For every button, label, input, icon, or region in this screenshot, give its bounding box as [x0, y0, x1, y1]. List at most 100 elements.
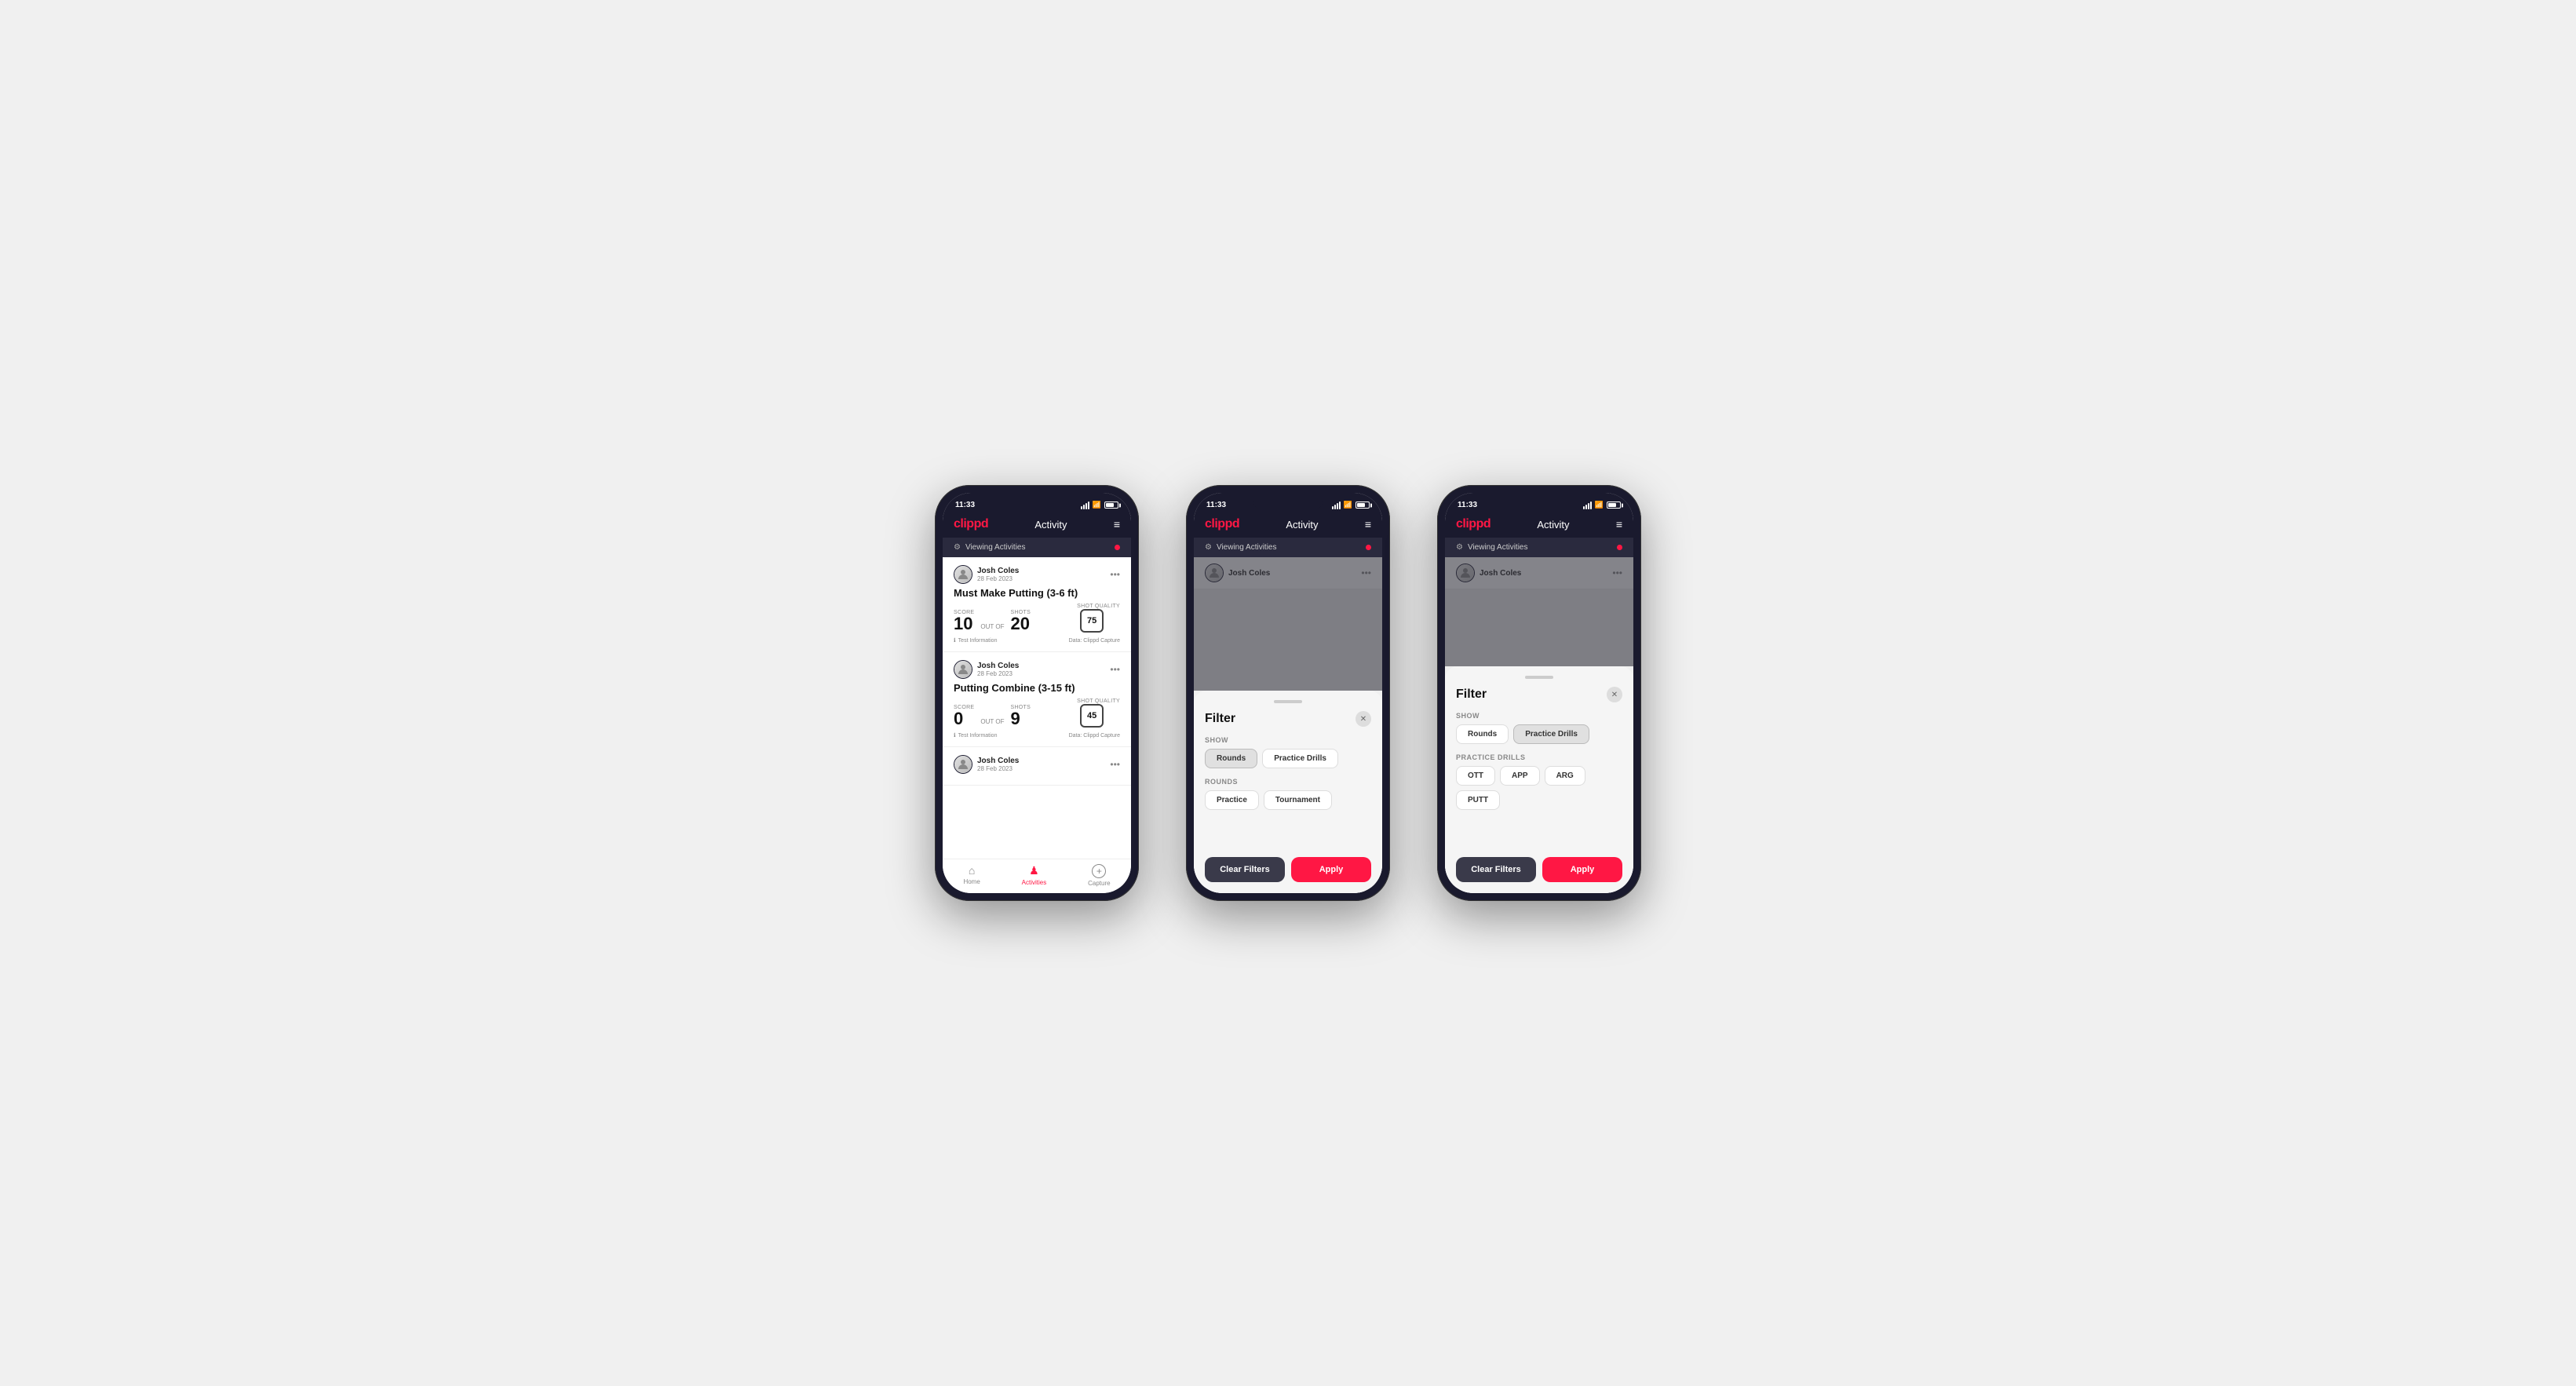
nav-home-label: Home — [963, 878, 980, 885]
battery-fill — [1106, 503, 1114, 507]
filter-icon-2: ⚙ — [1205, 543, 1212, 552]
avatar-3 — [954, 755, 972, 774]
header-title: Activity — [1034, 519, 1067, 531]
card-3-header: Josh Coles 28 Feb 2023 ••• — [954, 755, 1120, 774]
time-2: 11:33 — [1206, 501, 1226, 509]
data-source-1: Data: Clippd Capture — [1069, 638, 1120, 644]
show-label-3: Show — [1456, 712, 1622, 720]
filter-backdrop-2 — [1194, 557, 1382, 691]
avatar-2 — [954, 660, 972, 679]
viewing-bar-3[interactable]: ⚙ Viewing Activities — [1445, 538, 1633, 557]
app-btn-3[interactable]: APP — [1500, 766, 1540, 786]
filter-close-btn-2[interactable]: ✕ — [1356, 711, 1371, 727]
app-header-2: clippd Activity ≡ — [1194, 512, 1382, 538]
activities-icon: ♟ — [1029, 864, 1039, 877]
viewing-bar-text: Viewing Activities — [965, 543, 1026, 552]
phone-2: 11:33 📶 clippd Activity — [1186, 485, 1390, 901]
activity-card-2: Josh Coles 28 Feb 2023 ••• Putting Combi… — [943, 652, 1131, 747]
apply-btn-2[interactable]: Apply — [1291, 857, 1371, 882]
viewing-bar-text-3: Viewing Activities — [1468, 543, 1528, 552]
sq-value-1: 75 — [1087, 616, 1096, 626]
phone-1: 11:33 📶 clippd Activity — [935, 485, 1139, 901]
info-icon-1: ℹ — [954, 637, 956, 644]
apply-btn-3[interactable]: Apply — [1542, 857, 1622, 882]
more-dots-3[interactable]: ••• — [1110, 759, 1120, 770]
tournament-btn-2[interactable]: Tournament — [1264, 790, 1332, 810]
header-title-3: Activity — [1537, 519, 1569, 531]
more-dots-2[interactable]: ••• — [1110, 664, 1120, 675]
battery-icon-3 — [1607, 502, 1621, 509]
nav-activities[interactable]: ♟ Activities — [1022, 864, 1047, 887]
stat-score-1: Score 10 — [954, 610, 974, 633]
more-dots-1[interactable]: ••• — [1110, 569, 1120, 580]
clear-filters-btn-3[interactable]: Clear Filters — [1456, 857, 1536, 882]
viewing-bar[interactable]: ⚙ Viewing Activities — [943, 538, 1131, 557]
phone-screen-3: 11:33 📶 clippd Activity — [1445, 493, 1633, 893]
viewing-bar-2[interactable]: ⚙ Viewing Activities — [1194, 538, 1382, 557]
filter-icon-3: ⚙ — [1456, 543, 1463, 552]
battery-fill-2 — [1357, 503, 1365, 507]
header-title-2: Activity — [1286, 519, 1318, 531]
stat-score-2: Score 0 — [954, 705, 974, 728]
user-info-1: Josh Coles 28 Feb 2023 — [954, 565, 1019, 584]
phone-screen: 11:33 📶 clippd Activity — [943, 493, 1131, 893]
ott-btn-3[interactable]: OTT — [1456, 766, 1495, 786]
app-header-3: clippd Activity ≡ — [1445, 512, 1633, 538]
user-text-1: Josh Coles 28 Feb 2023 — [977, 567, 1019, 582]
score-value-1: 10 — [954, 615, 974, 633]
filter-title-3: Filter — [1456, 688, 1487, 702]
viewing-dot — [1115, 545, 1120, 550]
card-footer-2: ℹ Test Information Data: Clippd Capture — [954, 732, 1120, 739]
avatar-inner-2 — [954, 661, 972, 678]
clear-filters-btn-2[interactable]: Clear Filters — [1205, 857, 1285, 882]
status-icons-2: 📶 — [1332, 501, 1370, 509]
battery-icon — [1104, 502, 1118, 509]
filter-actions-3: Clear Filters Apply — [1456, 857, 1622, 882]
arg-btn-3[interactable]: ARG — [1545, 766, 1585, 786]
rounds-label-2: Rounds — [1205, 778, 1371, 786]
app-header: clippd Activity ≡ — [943, 512, 1131, 538]
bar2-2 — [1334, 505, 1336, 509]
bar2-3 — [1585, 505, 1587, 509]
bar3-2 — [1337, 503, 1338, 509]
signal-bars-icon-2 — [1332, 502, 1341, 509]
bottom-nav: ⌂ Home ♟ Activities + Capture — [943, 859, 1131, 893]
info-icon-2: ℹ — [954, 732, 956, 739]
viewing-dot-3 — [1617, 545, 1622, 550]
putt-btn-3[interactable]: PUTT — [1456, 790, 1500, 810]
test-info-text-2: Test Information — [958, 733, 998, 739]
practice-drills-btn-2[interactable]: Practice Drills — [1262, 749, 1338, 768]
practice-round-btn-2[interactable]: Practice — [1205, 790, 1259, 810]
sq-badge-1: 75 — [1080, 609, 1104, 633]
filter-header-2: Filter ✕ — [1205, 711, 1371, 727]
menu-icon-3[interactable]: ≡ — [1616, 518, 1622, 531]
filter-backdrop-3 — [1445, 557, 1633, 666]
filter-sheet-2: Filter ✕ Show Rounds Practice Drills Rou… — [1194, 691, 1382, 893]
avatar-1 — [954, 565, 972, 584]
show-label-2: Show — [1205, 736, 1371, 744]
menu-icon[interactable]: ≡ — [1114, 518, 1120, 531]
nav-capture[interactable]: + Capture — [1088, 864, 1110, 887]
nav-home[interactable]: ⌂ Home — [963, 864, 980, 887]
filter-close-btn-3[interactable]: ✕ — [1607, 687, 1622, 702]
bar3 — [1085, 503, 1087, 509]
card-1-header: Josh Coles 28 Feb 2023 ••• — [954, 565, 1120, 584]
rounds-btn-2[interactable]: Rounds — [1205, 749, 1257, 768]
user-name-2: Josh Coles — [977, 662, 1019, 670]
stats-row-2: Score 0 OUT OF Shots 9 Shot Quality 45 — [954, 698, 1120, 728]
status-icons: 📶 — [1081, 501, 1118, 509]
shots-value-2: 9 — [1010, 710, 1031, 728]
practice-drills-btn-3[interactable]: Practice Drills — [1513, 724, 1589, 744]
activity-card-3: Josh Coles 28 Feb 2023 ••• — [943, 747, 1131, 786]
rounds-btn-3[interactable]: Rounds — [1456, 724, 1509, 744]
menu-icon-2[interactable]: ≡ — [1365, 518, 1371, 531]
rounds-buttons-2: Practice Tournament — [1205, 790, 1371, 810]
stat-sq-2: Shot Quality 45 — [1077, 698, 1120, 728]
activity-list: Josh Coles 28 Feb 2023 ••• Must Make Put… — [943, 557, 1131, 859]
user-date-2: 28 Feb 2023 — [977, 670, 1019, 677]
filter-sheet-3: Filter ✕ Show Rounds Practice Drills Pra… — [1445, 666, 1633, 893]
bar3-3 — [1588, 503, 1589, 509]
score-value-2: 0 — [954, 710, 974, 728]
bar1-2 — [1332, 506, 1334, 509]
viewing-bar-text-2: Viewing Activities — [1217, 543, 1277, 552]
